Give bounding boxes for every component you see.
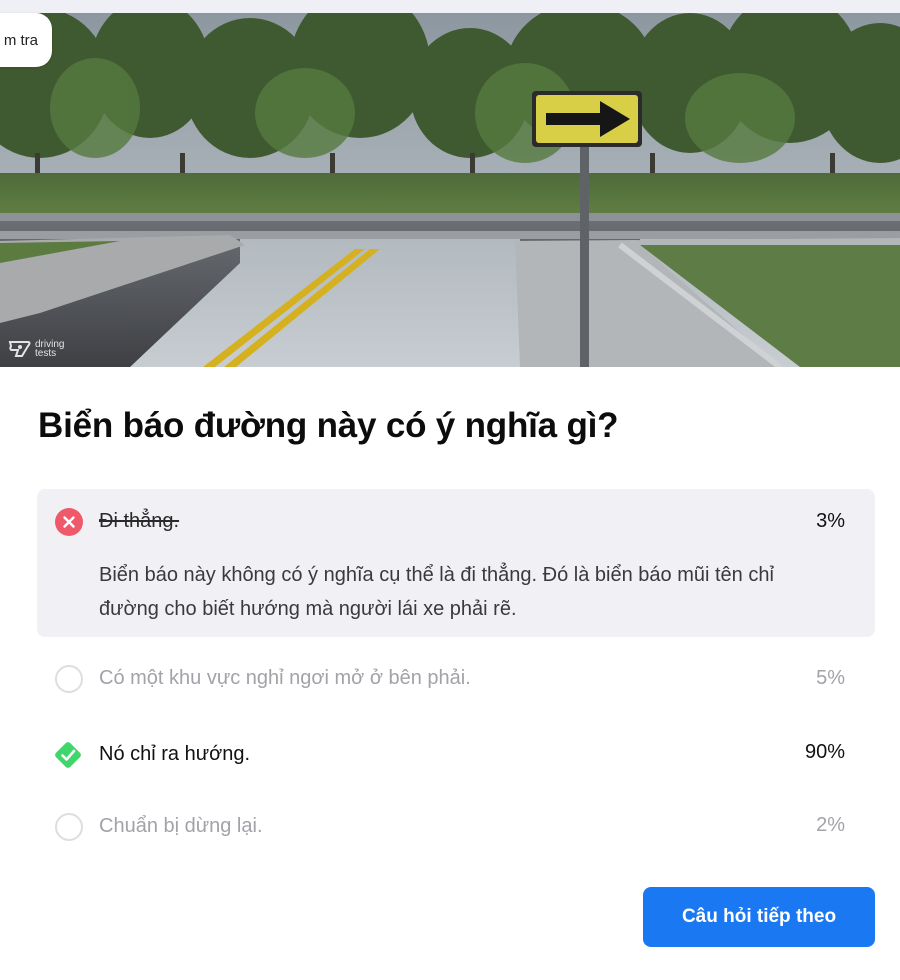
answer-label: Nó chỉ ra hướng. — [99, 743, 251, 765]
watermark: driving tests — [8, 337, 75, 361]
answer-option-4[interactable]: Chuẩn bị dừng lại. 2% — [37, 787, 875, 861]
answer-percent: 2% — [816, 814, 845, 836]
radio-circle-icon — [55, 665, 83, 693]
radio-circle-icon — [55, 813, 83, 841]
check-tab-label: m tra — [3, 31, 38, 49]
answer-percent: 5% — [816, 667, 845, 689]
answer-list: Đi thẳng. 3% Biển báo này không có ý ngh… — [37, 489, 875, 841]
top-strip — [0, 0, 900, 13]
answer-label: Có một khu vực nghỉ ngơi mở ở bên phải. — [99, 667, 471, 689]
wrong-answer-icon — [55, 508, 83, 536]
answer-option-1[interactable]: Đi thẳng. 3% Biển báo này không có ý ngh… — [37, 489, 875, 637]
question-image — [0, 13, 900, 367]
driving-tests-logo-icon — [8, 341, 31, 357]
question-title: Biển báo đường này có ý nghĩa gì? — [38, 406, 619, 445]
answer-percent: 3% — [816, 510, 845, 532]
answer-label: Đi thẳng. — [99, 510, 180, 532]
answer-label: Chuẩn bị dừng lại. — [99, 815, 263, 837]
answer-explanation: Biển báo này không có ý nghĩa cụ thể là … — [99, 564, 774, 620]
correct-answer-icon — [51, 738, 85, 772]
answer-percent: 90% — [804, 741, 845, 763]
check-tab-button[interactable]: m tra — [0, 13, 52, 67]
next-question-button[interactable]: Câu hỏi tiếp theo — [643, 887, 875, 947]
watermark-text: driving tests — [35, 339, 65, 359]
road-sign-scene — [0, 13, 900, 367]
answer-option-2[interactable]: Có một khu vực nghỉ ngơi mở ở bên phải. … — [37, 639, 875, 713]
answer-option-3[interactable]: Nó chỉ ra hướng. 90% — [37, 713, 875, 787]
